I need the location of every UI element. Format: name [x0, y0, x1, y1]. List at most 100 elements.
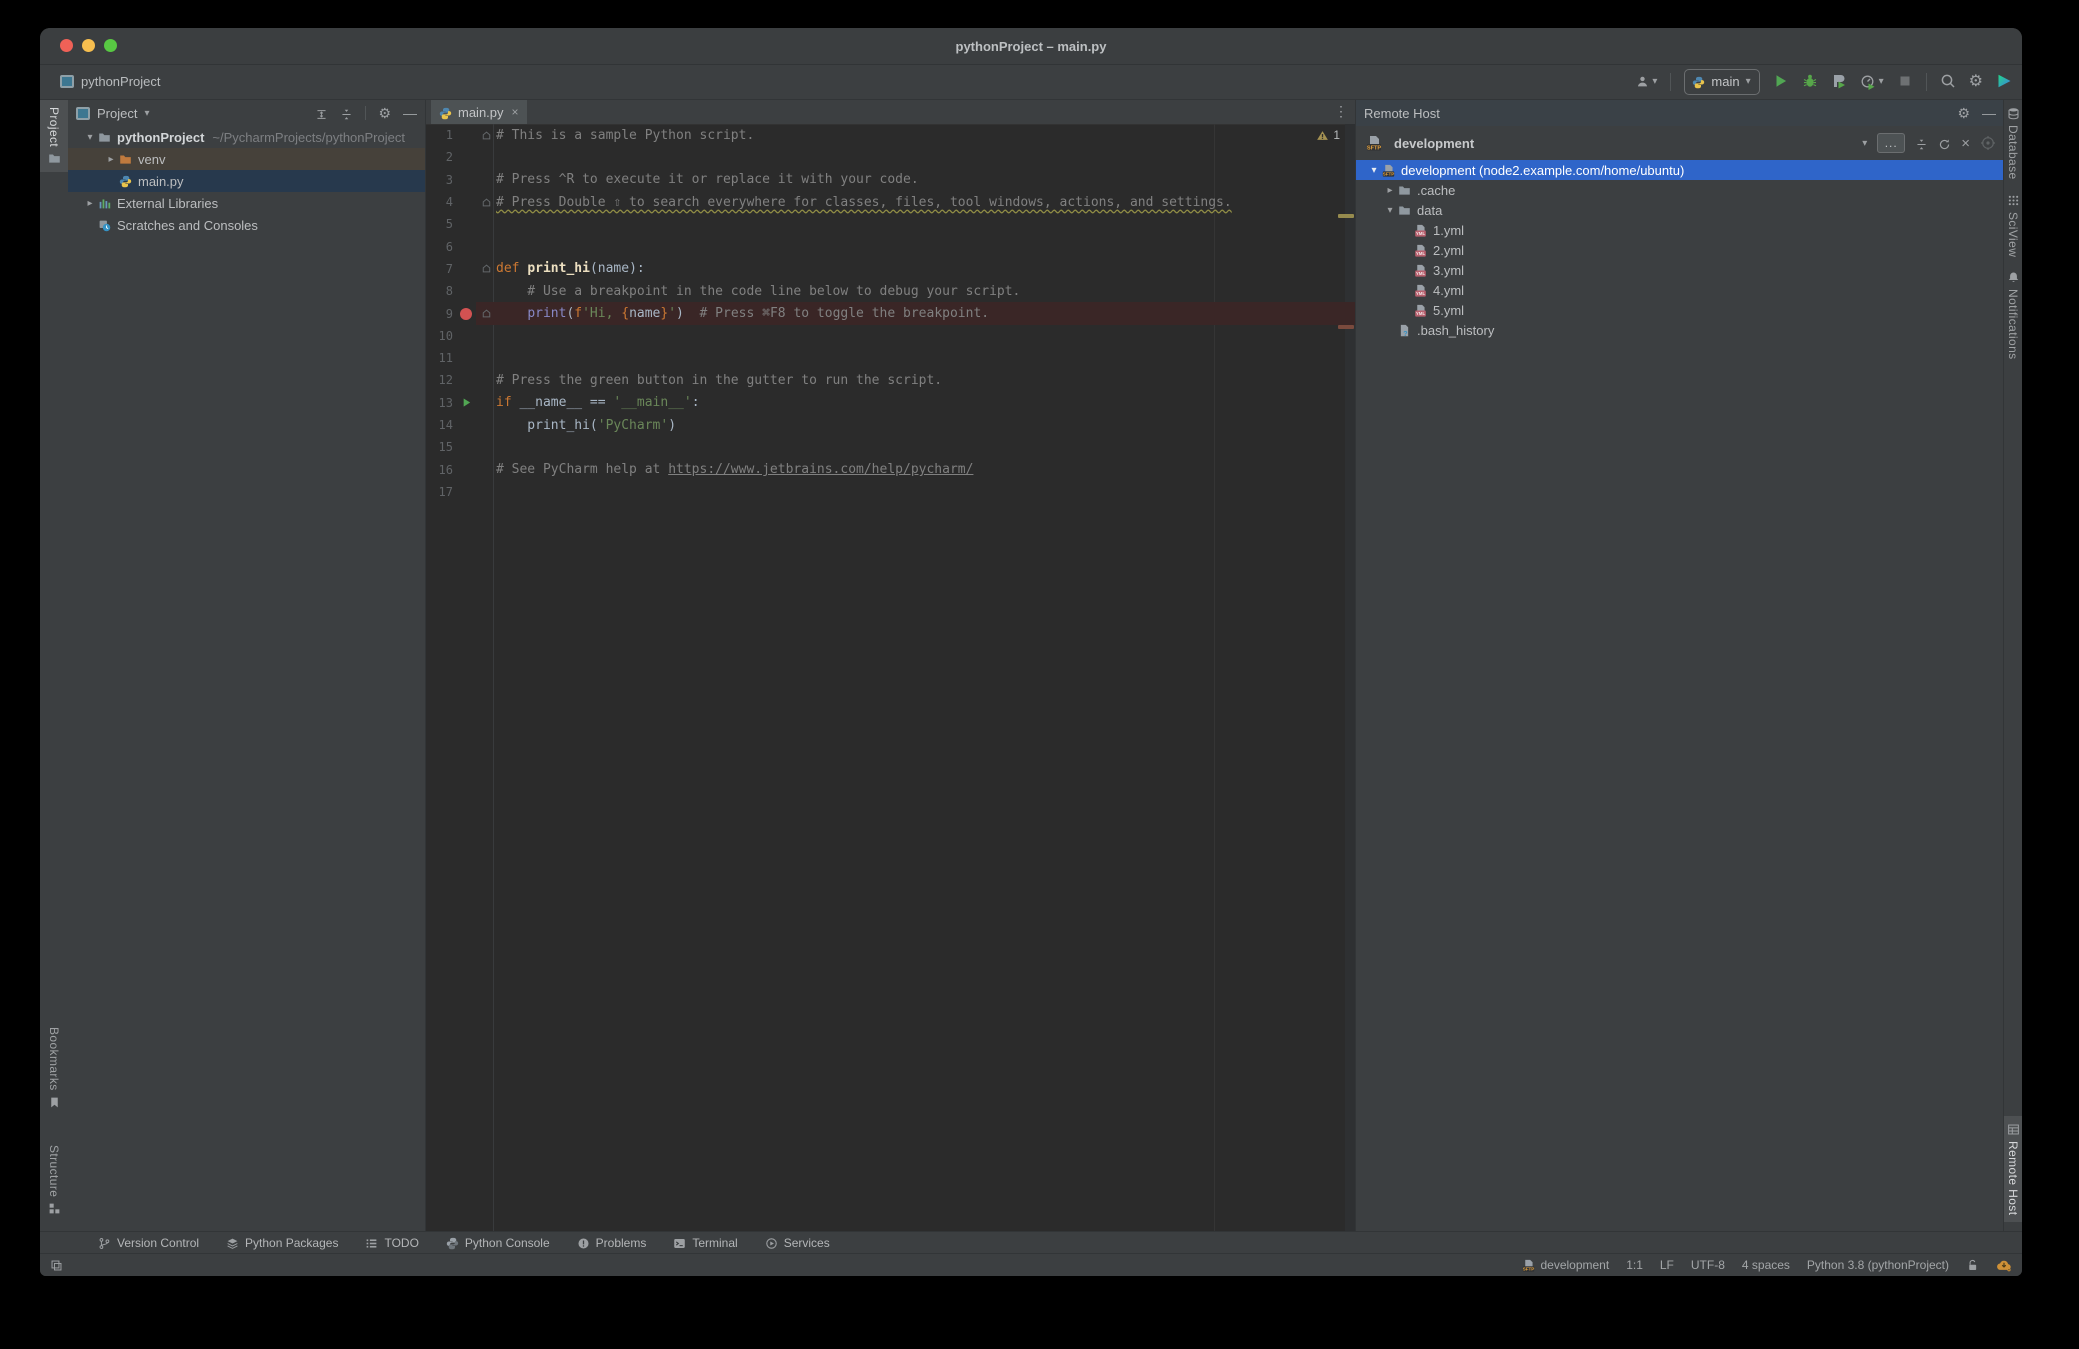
- code-line-5[interactable]: 5: [426, 213, 1356, 235]
- toolwindow-button-services[interactable]: Services: [765, 1236, 830, 1250]
- toolwindow-switcher-icon[interactable]: [50, 1258, 63, 1272]
- tree-item--bash-history[interactable]: ? .bash_history: [1356, 320, 2004, 340]
- tree-item-5-yml[interactable]: YML 5.yml: [1356, 300, 2004, 320]
- breadcrumb[interactable]: pythonProject: [60, 74, 161, 89]
- code-line-6[interactable]: 6: [426, 236, 1356, 258]
- code-line-8[interactable]: 8 # Use a breakpoint in the code line be…: [426, 280, 1356, 302]
- tree-item-2-yml[interactable]: YML 2.yml: [1356, 240, 2004, 260]
- code-text[interactable]: # Use a breakpoint in the code line belo…: [493, 284, 1020, 299]
- code-line-14[interactable]: 14 print_hi('PyCharm'): [426, 414, 1356, 436]
- breakpoint-icon[interactable]: [460, 307, 472, 320]
- tree-item-development-node2-example-com-home-ubuntu-[interactable]: ▾ SFTP development (node2.example.com/home…: [1356, 160, 2004, 180]
- tree-item-data[interactable]: ▾ data: [1356, 200, 2004, 220]
- stripe-tab-sciview[interactable]: SciView: [2004, 187, 2022, 264]
- chevron-down-icon[interactable]: ▾: [1382, 205, 1398, 216]
- code-line-13[interactable]: 13 if __name__ == '__main__':: [426, 392, 1356, 414]
- toolwindow-button-python-packages[interactable]: Python Packages: [226, 1236, 338, 1250]
- editor-body[interactable]: 1 1 # This is a sample Python script. 2 3 # …: [426, 124, 1356, 1232]
- lock-icon[interactable]: [1966, 1259, 1979, 1272]
- code-text[interactable]: # Press the green button in the gutter t…: [493, 373, 942, 388]
- code-line-12[interactable]: 12 # Press the green button in the gutter…: [426, 369, 1356, 391]
- tree-item--cache[interactable]: ▸ .cache: [1356, 180, 2004, 200]
- code-line-2[interactable]: 2: [426, 146, 1356, 168]
- disconnect-icon[interactable]: ×: [1961, 136, 1970, 151]
- fold-marker-icon[interactable]: [480, 129, 493, 142]
- status-item-lf[interactable]: LF: [1660, 1258, 1674, 1272]
- tab-options-icon[interactable]: ⋮: [1334, 103, 1348, 120]
- code-text[interactable]: def print_hi(name):: [493, 261, 645, 276]
- code-link[interactable]: https://www.jetbrains.com/help/pycharm/: [668, 462, 973, 477]
- run-button[interactable]: [1773, 73, 1789, 91]
- browse-button[interactable]: ...: [1877, 133, 1906, 153]
- collapse-all-icon[interactable]: [1915, 135, 1928, 150]
- status-item-4-spaces[interactable]: 4 spaces: [1742, 1258, 1790, 1272]
- toolwindow-button-terminal[interactable]: Terminal: [673, 1236, 738, 1250]
- stripe-tab-remote-host[interactable]: Remote Host: [2004, 1115, 2022, 1222]
- chevron-right-icon[interactable]: ▸: [1382, 185, 1398, 196]
- hide-panel-icon[interactable]: —: [1982, 106, 1996, 120]
- chevron-down-icon[interactable]: ▾: [144, 108, 149, 119]
- toolwindow-button-problems[interactable]: Problems: [577, 1236, 646, 1250]
- editor[interactable]: main.py × ⋮ 1 1 # This is a sample Python…: [425, 100, 1356, 1232]
- code-line-15[interactable]: 15: [426, 436, 1356, 458]
- toolwindow-button-python-console[interactable]: Python Console: [446, 1236, 550, 1250]
- chevron-down-icon[interactable]: ▾: [82, 132, 98, 143]
- panel-settings-gear-icon[interactable]: ⚙: [1957, 106, 1970, 120]
- code-line-1[interactable]: 1 # This is a sample Python script.: [426, 124, 1356, 146]
- tab-main-py[interactable]: main.py ×: [431, 100, 527, 124]
- debug-button[interactable]: [1802, 73, 1818, 91]
- profiler-button[interactable]: ▾: [1860, 74, 1884, 90]
- tree-item-4-yml[interactable]: YML 4.yml: [1356, 280, 2004, 300]
- toolwindow-button-version-control[interactable]: Version Control: [98, 1236, 199, 1250]
- chevron-down-icon[interactable]: ▾: [1366, 165, 1382, 176]
- code-text[interactable]: # Press ^R to execute it or replace it w…: [493, 172, 919, 187]
- tree-item-1-yml[interactable]: YML 1.yml: [1356, 220, 2004, 240]
- status-item-utf-8[interactable]: UTF-8: [1691, 1258, 1725, 1272]
- stripe-tab-database[interactable]: Database: [2004, 100, 2022, 187]
- search-everywhere-button[interactable]: [1940, 73, 1956, 91]
- run-gutter-icon[interactable]: [460, 396, 473, 409]
- user-menu-button[interactable]: ▾: [1636, 75, 1657, 88]
- tree-item-pythonproject[interactable]: ▾ pythonProject ~/PycharmProjects/pythonPr…: [68, 126, 425, 148]
- stripe-tab-bookmarks[interactable]: Bookmarks: [40, 1020, 68, 1116]
- code-line-16[interactable]: 16 # See PyCharm help at https://www.jetb…: [426, 459, 1356, 481]
- close-tab-icon[interactable]: ×: [512, 105, 519, 119]
- panel-settings-gear-icon[interactable]: ⚙: [378, 106, 391, 120]
- status-item-python-3-8-pythonproject-[interactable]: Python 3.8 (pythonProject): [1807, 1258, 1949, 1272]
- tree-item-3-yml[interactable]: YML 3.yml: [1356, 260, 2004, 280]
- server-combo-chevron-icon[interactable]: ▾: [1862, 138, 1867, 149]
- code-text[interactable]: # Press Double ⇧ to search everywhere fo…: [493, 195, 1232, 210]
- run-config-select[interactable]: main ▾: [1684, 68, 1760, 95]
- code-text[interactable]: print_hi('PyCharm'): [493, 418, 676, 433]
- collapse-all-icon[interactable]: [340, 105, 353, 120]
- stripe-tab-structure[interactable]: Structure: [40, 1138, 68, 1222]
- tree-item-venv[interactable]: ▸ venv: [68, 148, 425, 170]
- expand-all-icon[interactable]: [315, 105, 328, 120]
- code-text[interactable]: print(f'Hi, {name}') # Press ⌘F8 to togg…: [493, 306, 989, 321]
- tree-item-main-py[interactable]: main.py: [68, 170, 425, 192]
- fold-marker-icon[interactable]: [480, 262, 493, 275]
- toolwindow-button-todo[interactable]: TODO: [365, 1236, 419, 1250]
- code-text[interactable]: # See PyCharm help at https://www.jetbra…: [493, 462, 973, 477]
- fold-marker-icon[interactable]: [480, 307, 493, 320]
- settings-gear-icon[interactable]: ⚙: [1969, 73, 1983, 90]
- refresh-icon[interactable]: [1938, 135, 1951, 150]
- code-line-10[interactable]: 10: [426, 325, 1356, 347]
- tree-item-scratches-and-consoles[interactable]: Scratches and Consoles: [68, 214, 425, 236]
- status-item-development[interactable]: SFTP development: [1522, 1258, 1609, 1272]
- hide-panel-icon[interactable]: —: [403, 106, 417, 120]
- code-text[interactable]: if __name__ == '__main__':: [493, 395, 700, 410]
- stripe-tab-notifications[interactable]: Notifications: [2004, 264, 2022, 367]
- code-line-9[interactable]: 9 print(f'Hi, {name}') # Press ⌘F8 to to…: [426, 302, 1356, 325]
- status-item-1-1[interactable]: 1:1: [1626, 1258, 1643, 1272]
- code-line-11[interactable]: 11: [426, 347, 1356, 369]
- chevron-right-icon[interactable]: ▸: [82, 198, 98, 209]
- fold-marker-icon[interactable]: [480, 196, 493, 209]
- chevron-right-icon[interactable]: ▸: [103, 154, 119, 165]
- stripe-tab-project[interactable]: Project: [40, 100, 68, 173]
- code-text[interactable]: # This is a sample Python script.: [493, 128, 754, 143]
- tree-item-external-libraries[interactable]: ▸ External Libraries: [68, 192, 425, 214]
- code-line-7[interactable]: 7 def print_hi(name):: [426, 258, 1356, 280]
- cloud-sync-icon[interactable]: [1996, 1257, 2012, 1273]
- server-combo-label[interactable]: development: [1394, 136, 1474, 151]
